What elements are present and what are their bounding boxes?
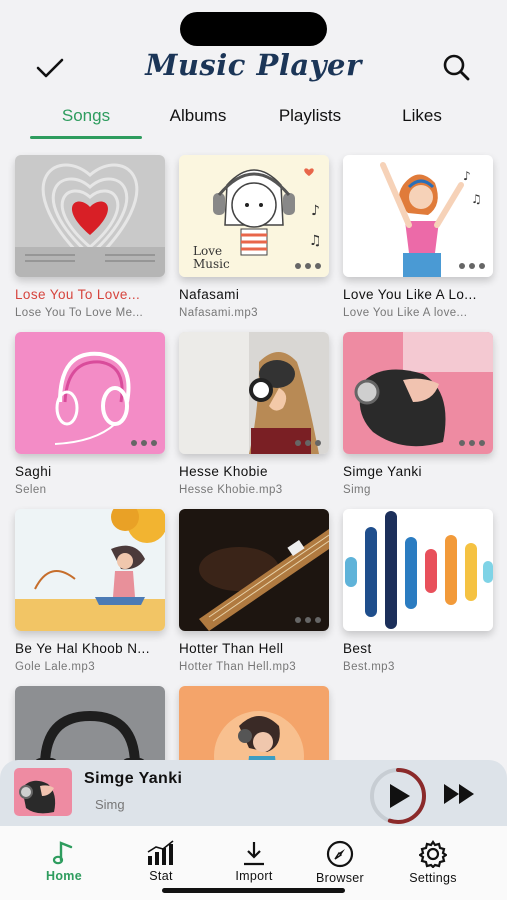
fast-forward-icon[interactable] (442, 782, 478, 806)
song-card[interactable]: ♪ ♫ Love Music Nafasami Nafasami.mp3 (179, 155, 329, 319)
now-playing-art (14, 768, 72, 816)
download-icon (244, 842, 264, 866)
nav-import[interactable]: Import (209, 840, 299, 883)
song-card[interactable]: Saghi Selen (15, 332, 165, 496)
svg-text:♫: ♫ (309, 233, 322, 249)
tab-likes[interactable]: Likes (366, 106, 478, 126)
song-card[interactable]: Simge Yanki Simg (343, 332, 493, 496)
nav-home[interactable]: Home (19, 840, 109, 883)
album-art (343, 332, 493, 454)
tab-playlists[interactable]: Playlists (254, 106, 366, 126)
more-options-icon[interactable] (459, 263, 485, 269)
song-title: Lose You To Love... (15, 287, 141, 302)
bar-chart-icon (147, 840, 174, 865)
nav-label: Import (235, 869, 273, 883)
active-tab-indicator (30, 136, 142, 139)
album-art (15, 509, 165, 631)
nav-label: Stat (149, 869, 173, 883)
song-subtitle: Selen (15, 484, 47, 496)
camera-notch (180, 12, 327, 46)
song-subtitle: Lose You To Love Me... (15, 307, 144, 319)
song-title: Hotter Than Hell (179, 641, 284, 656)
song-card[interactable]: Lose You To Love... Lose You To Love Me.… (15, 155, 165, 319)
album-art: ♪ ♫ Love Music (179, 155, 329, 277)
nav-label: Browser (316, 871, 364, 885)
more-options-icon[interactable] (459, 440, 485, 446)
song-card[interactable]: Be Ye Hal Khoob N... Gole Lale.mp3 (15, 509, 165, 673)
song-title: Saghi (15, 464, 52, 479)
album-art (179, 332, 329, 454)
app-title: Music Player (145, 48, 362, 82)
song-title: Love You Like A Lo... (343, 287, 477, 302)
nav-stat[interactable]: Stat (116, 840, 206, 883)
song-subtitle: Gole Lale.mp3 (15, 661, 95, 673)
song-card[interactable]: Best Best.mp3 (343, 509, 493, 673)
now-playing-title: Simge Yanki (84, 770, 183, 787)
song-subtitle: Best.mp3 (343, 661, 395, 673)
album-art (15, 155, 165, 277)
album-art (179, 509, 329, 631)
song-card[interactable]: Hotter Than Hell Hotter Than Hell.mp3 (179, 509, 329, 673)
song-title: Be Ye Hal Khoob N... (15, 641, 150, 656)
svg-text:♪: ♪ (463, 169, 471, 183)
more-options-icon[interactable] (295, 617, 321, 623)
music-note-icon (52, 841, 73, 865)
compass-icon (326, 840, 354, 868)
song-title: Nafasami (179, 287, 240, 302)
more-options-icon[interactable] (295, 263, 321, 269)
song-subtitle: Nafasami.mp3 (179, 307, 258, 319)
more-options-icon[interactable] (131, 440, 157, 446)
art-text-love: Love (193, 244, 222, 258)
nav-settings[interactable]: Settings (388, 840, 478, 885)
album-art (15, 332, 165, 454)
song-card[interactable]: Hesse Khobie Hesse Khobie.mp3 (179, 332, 329, 496)
song-subtitle: Hotter Than Hell.mp3 (179, 661, 297, 673)
play-button[interactable] (368, 766, 428, 826)
search-icon[interactable] (440, 51, 472, 83)
play-progress-ring (370, 768, 426, 824)
song-title: Simge Yanki (343, 464, 422, 479)
song-subtitle: Hesse Khobie.mp3 (179, 484, 283, 496)
svg-text:♫: ♫ (471, 192, 482, 206)
nav-label: Home (46, 869, 82, 883)
album-art (343, 509, 493, 631)
now-playing-bar[interactable]: Simge Yanki Simg (0, 760, 507, 826)
song-card[interactable]: ♪ ♫ Love You Like A Lo... Love You Like … (343, 155, 493, 319)
song-title: Hesse Khobie (179, 464, 268, 479)
music-player-screen: Music Player Songs Albums Playlists Like… (0, 0, 507, 900)
song-subtitle: Simg (343, 484, 371, 496)
play-icon (390, 784, 410, 808)
nav-browser[interactable]: Browser (295, 840, 385, 885)
now-playing-subtitle: Simg (95, 797, 125, 812)
tab-songs[interactable]: Songs (30, 106, 142, 126)
tab-albums[interactable]: Albums (142, 106, 254, 126)
more-options-icon[interactable] (295, 440, 321, 446)
header: Music Player (0, 46, 507, 88)
home-indicator (162, 888, 345, 893)
art-text-music: Music (193, 257, 230, 271)
gear-icon (419, 840, 447, 868)
song-subtitle: Love You Like A love... (343, 307, 468, 319)
svg-text:♪: ♪ (311, 203, 320, 219)
song-title: Best (343, 641, 372, 656)
tab-bar: Songs Albums Playlists Likes (0, 106, 507, 140)
album-art: ♪ ♫ (343, 155, 493, 277)
nav-label: Settings (409, 871, 457, 885)
